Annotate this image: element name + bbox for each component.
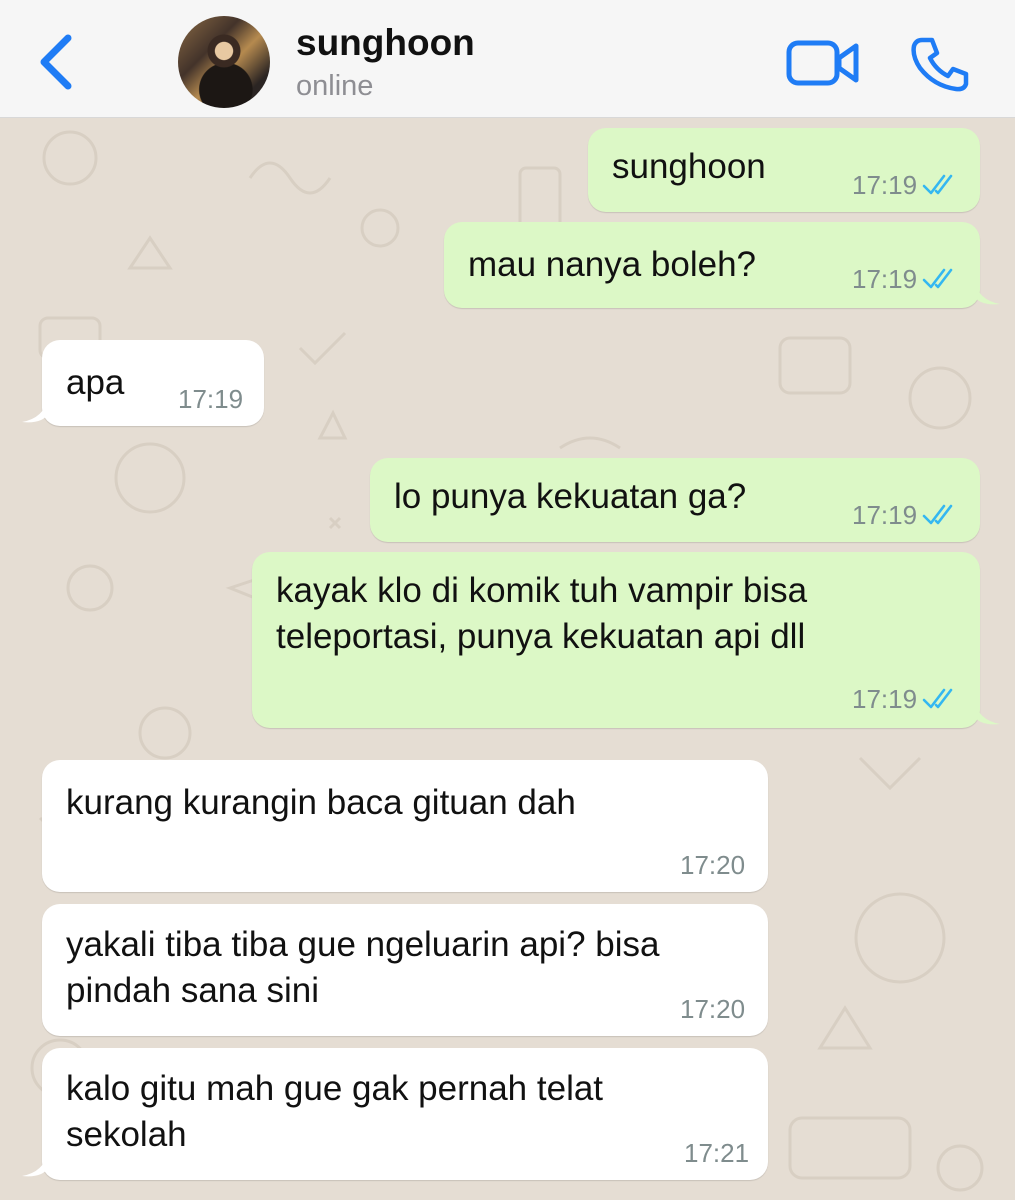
read-receipt-icon <box>922 504 953 525</box>
message-text: apa <box>66 363 125 402</box>
video-call-button[interactable] <box>786 38 860 88</box>
bubble-tail <box>22 398 48 423</box>
contact-name[interactable]: sunghoon <box>296 22 475 64</box>
message-time: 17:19 <box>178 384 244 414</box>
message-bubble-outgoing[interactable]: sunghoon 17:19 <box>588 128 980 212</box>
avatar[interactable] <box>178 16 270 108</box>
message-bubble-incoming[interactable]: kalo gitu mah gue gak pernah telat sekol… <box>42 1048 768 1180</box>
voice-call-button[interactable] <box>910 36 970 92</box>
read-receipt-icon <box>922 174 953 195</box>
message-text: kurang kurangin baca gituan dah <box>66 783 576 822</box>
phone-icon <box>911 37 969 92</box>
message-bubble-incoming[interactable]: kurang kurangin baca gituan dah 17:20 <box>42 760 768 892</box>
message-text: mau nanya boleh? <box>468 245 756 284</box>
message-bubble-outgoing[interactable]: mau nanya boleh? 17:19 <box>444 222 980 308</box>
message-text: kayak klo di komik tuh vampir bisa telep… <box>276 571 808 656</box>
contact-status: online <box>296 70 374 102</box>
message-time: 17:19 <box>852 500 918 530</box>
read-receipt-icon <box>922 688 953 709</box>
back-button[interactable] <box>34 30 84 94</box>
message-time: 17:19 <box>852 684 918 714</box>
chat-header: sunghoon online <box>0 0 1015 118</box>
message-bubble-outgoing[interactable]: kayak klo di komik tuh vampir bisa telep… <box>252 552 980 728</box>
read-receipt-icon <box>922 268 953 289</box>
bubble-tail <box>22 1152 48 1177</box>
message-time: 17:19 <box>852 264 918 294</box>
message-text: yakali tiba tiba gue ngeluarin api? bisa… <box>66 925 660 1010</box>
chevron-left-icon <box>40 34 72 90</box>
message-time: 17:19 <box>852 170 918 200</box>
message-time: 17:20 <box>680 994 746 1024</box>
bubble-tail <box>974 280 1000 305</box>
message-bubble-outgoing[interactable]: lo punya kekuatan ga? 17:19 <box>370 458 980 542</box>
message-bubble-incoming[interactable]: yakali tiba tiba gue ngeluarin api? bisa… <box>42 904 768 1036</box>
video-camera-icon <box>786 40 859 86</box>
message-text: lo punya kekuatan ga? <box>394 477 747 516</box>
message-bubble-incoming[interactable]: apa 17:19 <box>42 340 264 426</box>
message-time: 17:20 <box>680 850 746 880</box>
bubble-tail <box>974 700 1000 725</box>
message-time: 17:21 <box>684 1138 750 1168</box>
message-text: sunghoon <box>612 147 766 186</box>
message-text: kalo gitu mah gue gak pernah telat sekol… <box>66 1069 604 1154</box>
